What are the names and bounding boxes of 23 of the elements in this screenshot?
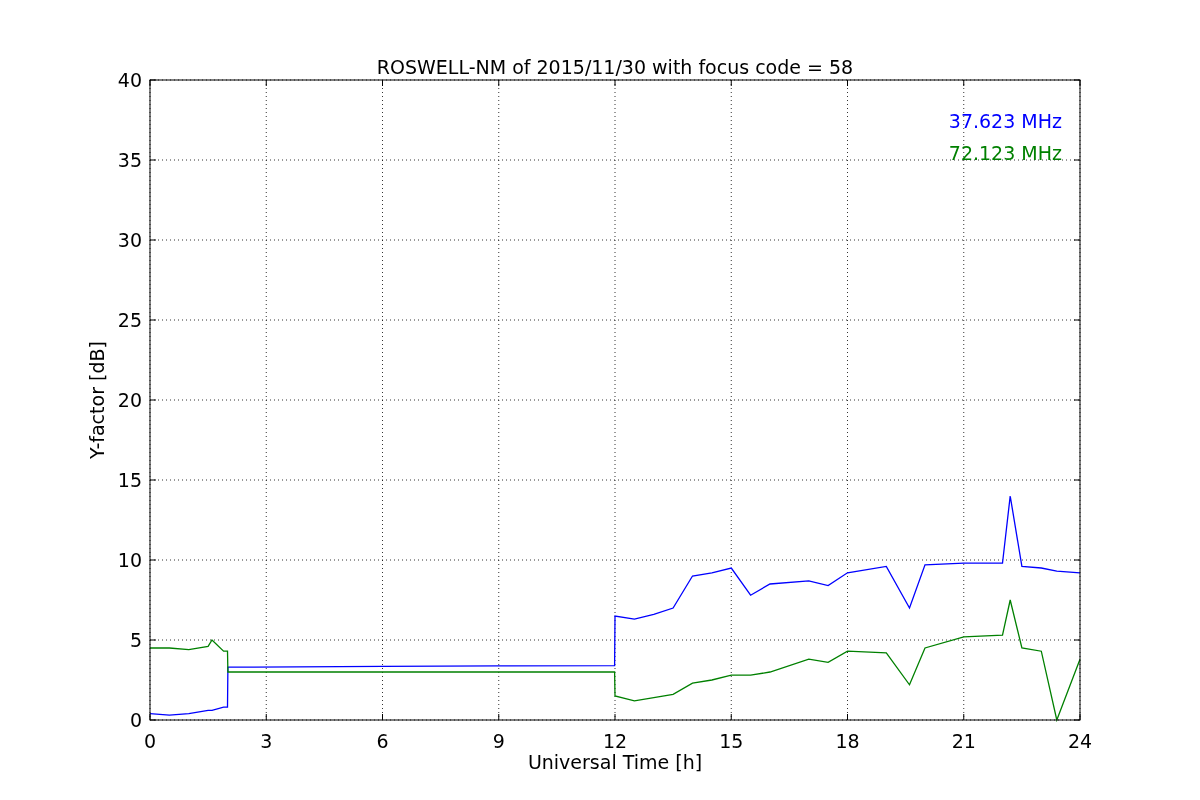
x-axis-label: Universal Time [h] <box>527 751 703 773</box>
y-tick-label: 20 <box>117 389 142 411</box>
x-tick-label: 24 <box>1067 730 1093 752</box>
y-tick-label: 15 <box>117 469 142 491</box>
x-tick-label: 12 <box>602 730 628 752</box>
legend-label: 72.123 MHz <box>948 142 1062 164</box>
x-tick-label: 6 <box>376 730 389 752</box>
x-tick-label: 21 <box>951 730 976 752</box>
x-tick-label: 18 <box>835 730 860 752</box>
x-tick-label: 15 <box>719 730 744 752</box>
y-tick-label: 30 <box>117 229 142 251</box>
x-tick-label: 3 <box>260 730 273 752</box>
y-tick-label: 25 <box>117 309 142 331</box>
y-tick-label: 35 <box>117 149 142 171</box>
y-axis-label: Y-factor [dB] <box>86 341 108 459</box>
x-tick-label: 0 <box>143 730 157 752</box>
y-tick-label: 5 <box>129 629 142 651</box>
legend-label: 37.623 MHz <box>948 110 1062 132</box>
chart-title: ROSWELL-NM of 2015/11/30 with focus code = 58 <box>376 56 854 78</box>
y-tick-label: 40 <box>117 69 142 91</box>
x-tick-label: 9 <box>492 730 505 752</box>
y-tick-label: 10 <box>117 549 142 571</box>
y-tick-label: 0 <box>129 709 142 731</box>
